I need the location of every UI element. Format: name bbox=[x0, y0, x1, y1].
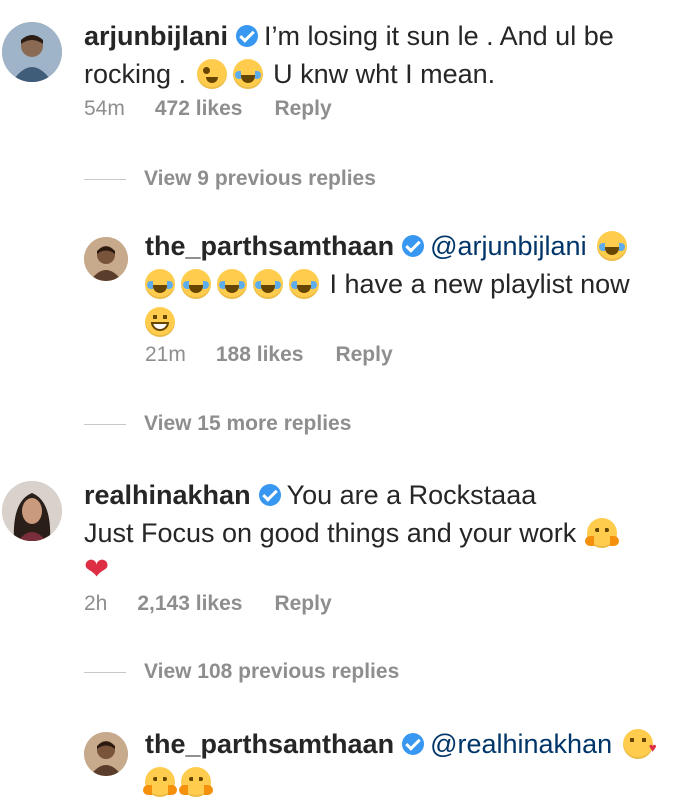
mention-link[interactable]: @arjunbijlani bbox=[430, 231, 587, 261]
comment-body: realhinakhan You are a Rockstaaa Just Foc… bbox=[84, 476, 684, 590]
verified-badge-icon bbox=[402, 235, 425, 257]
reply-button[interactable]: Reply bbox=[274, 97, 331, 120]
likes-count[interactable]: 2,143 likes bbox=[137, 592, 242, 615]
view-replies-button[interactable]: View 15 more replies bbox=[84, 412, 351, 436]
red-heart-icon bbox=[84, 552, 114, 588]
view-replies-label: View 15 more replies bbox=[144, 412, 352, 435]
face-with-tears-of-joy-icon bbox=[597, 231, 628, 261]
username-link[interactable]: arjunbijlani bbox=[84, 21, 228, 51]
comment-meta: 54m 472 likes Reply bbox=[84, 97, 332, 121]
avatar[interactable] bbox=[2, 22, 62, 82]
comment-text: I have a new playlist now bbox=[329, 269, 630, 299]
face-with-tears-of-joy-icon bbox=[289, 269, 319, 299]
avatar[interactable] bbox=[84, 732, 128, 776]
winking-face-with-tongue-icon bbox=[196, 59, 227, 89]
likes-count[interactable]: 472 likes bbox=[155, 97, 243, 120]
grinning-face-icon bbox=[145, 307, 175, 337]
comment-text: You are a Rockstaaa bbox=[286, 480, 537, 510]
comment-meta: 2h 2,143 likes Reply bbox=[84, 592, 332, 616]
comment-text: rocking . bbox=[84, 59, 187, 89]
face-with-tears-of-joy-icon bbox=[232, 59, 263, 89]
timestamp: 2h bbox=[84, 592, 108, 615]
hugging-face-icon bbox=[179, 767, 213, 797]
comment-text: I’m losing it sun le . And ul be bbox=[264, 21, 614, 51]
avatar[interactable] bbox=[2, 481, 62, 541]
username-link[interactable]: the_parthsamthaan bbox=[145, 231, 394, 261]
view-replies-button[interactable]: View 9 previous replies bbox=[84, 167, 376, 191]
verified-badge-icon bbox=[258, 484, 281, 506]
face-blowing-a-kiss-icon bbox=[622, 729, 657, 759]
mention-link[interactable]: @realhinakhan bbox=[430, 729, 612, 759]
divider-line bbox=[84, 178, 126, 180]
view-replies-button[interactable]: View 108 previous replies bbox=[84, 660, 399, 684]
face-with-tears-of-joy-icon bbox=[145, 269, 175, 299]
divider-line bbox=[84, 423, 126, 425]
face-with-tears-of-joy-icon bbox=[253, 269, 283, 299]
hugging-face-icon bbox=[584, 518, 619, 548]
reply-button[interactable]: Reply bbox=[335, 343, 392, 366]
hugging-face-icon bbox=[143, 767, 177, 797]
timestamp: 21m bbox=[145, 343, 186, 366]
reply-button[interactable]: Reply bbox=[274, 592, 331, 615]
face-with-tears-of-joy-icon bbox=[181, 269, 211, 299]
comment-body: the_parthsamthaan @realhinakhan bbox=[143, 725, 685, 801]
comment-body: arjunbijlani I’m losing it sun le . And u… bbox=[84, 17, 684, 93]
verified-badge-icon bbox=[402, 733, 425, 755]
username-link[interactable]: realhinakhan bbox=[84, 480, 251, 510]
likes-count[interactable]: 188 likes bbox=[216, 343, 304, 366]
divider-line bbox=[84, 671, 126, 673]
view-replies-label: View 108 previous replies bbox=[144, 660, 400, 683]
comment-body: the_parthsamthaan @arjunbijlani I have a … bbox=[145, 227, 665, 341]
verified-badge-icon bbox=[236, 25, 259, 47]
comment-text: Just Focus on good things and your work bbox=[84, 518, 577, 548]
view-replies-label: View 9 previous replies bbox=[144, 167, 376, 190]
username-link[interactable]: the_parthsamthaan bbox=[145, 729, 394, 759]
face-with-tears-of-joy-icon bbox=[217, 269, 247, 299]
comment-text: U knw wht I mean. bbox=[273, 59, 496, 89]
comment-meta: 21m 188 likes Reply bbox=[145, 343, 393, 367]
avatar[interactable] bbox=[84, 237, 128, 281]
timestamp: 54m bbox=[84, 97, 125, 120]
